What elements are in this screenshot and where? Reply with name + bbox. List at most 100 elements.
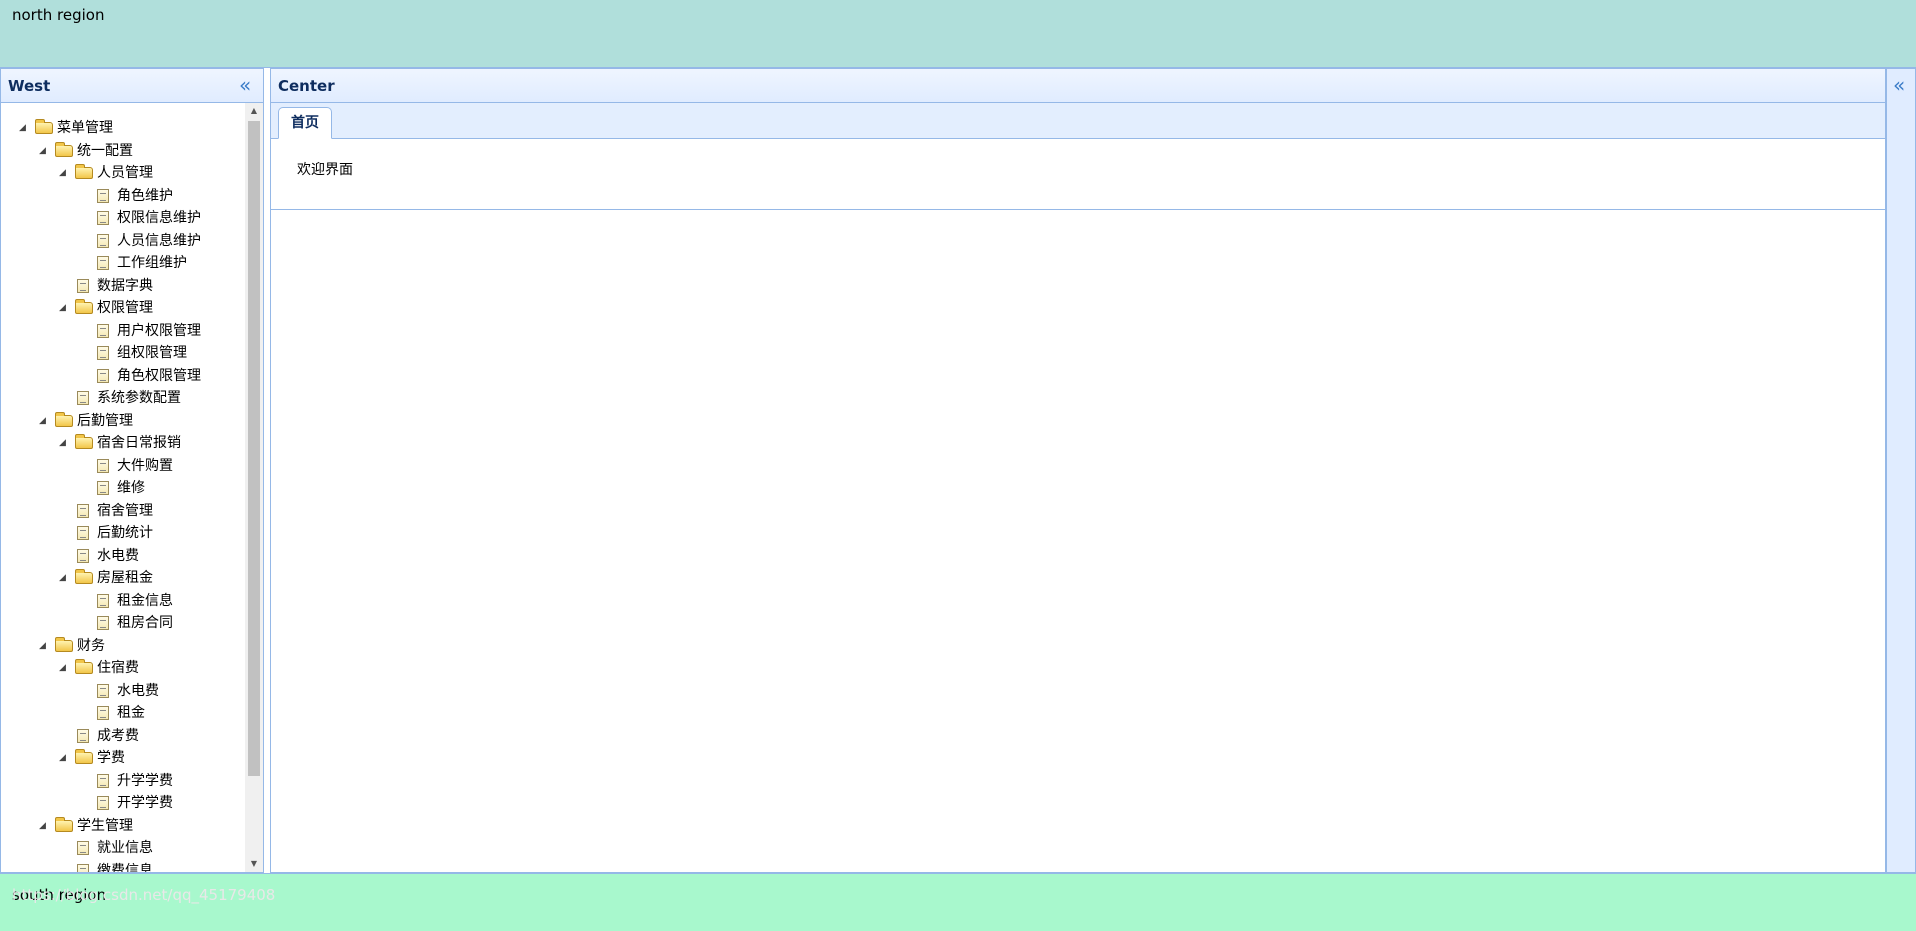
center-panel-title: Center [278, 77, 335, 95]
tree-node-label: 后勤统计 [97, 525, 153, 541]
file-icon [97, 256, 109, 270]
tree-node[interactable]: 权限信息维护 [1, 207, 245, 230]
tree-node-label: 房屋租金 [97, 570, 153, 586]
tree-node[interactable]: 成考费 [1, 725, 245, 748]
tree-node[interactable]: 人员信息维护 [1, 230, 245, 253]
expanded-triangle-icon[interactable]: ◢ [59, 567, 69, 590]
file-icon [77, 548, 89, 563]
tree-node[interactable]: 维修 [1, 477, 245, 500]
expanded-triangle-icon[interactable]: ◢ [59, 297, 69, 320]
file-icon [77, 391, 89, 405]
tree-node[interactable]: ◢ 学费 [1, 747, 245, 770]
tree-node[interactable]: ◢ 房屋租金 [1, 567, 245, 590]
tree-node-label: 统一配置 [77, 142, 133, 159]
tree-node[interactable]: ◢ 权限管理 [1, 297, 245, 320]
tree-node[interactable]: 用户权限管理 [1, 320, 245, 343]
tree-node[interactable]: ◢ 菜单管理 [1, 117, 245, 140]
tree-node[interactable]: 后勤统计 [1, 522, 245, 545]
expanded-triangle-icon[interactable]: ◢ [59, 747, 69, 770]
tree-node[interactable]: 大件购置 [1, 455, 245, 478]
tree-node[interactable]: 水电费 [1, 545, 245, 568]
tree-node[interactable]: ◢ 学生管理 [1, 815, 245, 838]
file-icon [97, 593, 109, 608]
scrollbar-thumb[interactable] [248, 121, 260, 776]
expanded-triangle-icon[interactable]: ◢ [39, 635, 49, 658]
folder-open-icon [75, 659, 93, 674]
scroll-up-arrow-icon[interactable]: ▲ [245, 103, 263, 119]
expanded-triangle-icon[interactable]: ◢ [39, 815, 49, 838]
file-icon [97, 773, 109, 788]
file-icon [77, 863, 89, 872]
tree-node-label: 租金 [117, 705, 145, 721]
tree-node-label: 后勤管理 [77, 412, 133, 429]
scroll-down-arrow-icon[interactable]: ▼ [245, 856, 263, 872]
tree-node-label: 学费 [97, 750, 125, 766]
tree-node[interactable]: 工作组维护 [1, 252, 245, 275]
folder-open-icon [75, 299, 93, 314]
tree-node-label: 升学学费 [117, 772, 173, 789]
file-icon [77, 841, 89, 855]
center-panel-header: Center [271, 69, 1885, 103]
welcome-text: 欢迎界面 [297, 162, 353, 178]
tree-node[interactable]: 数据字典 [1, 275, 245, 298]
tree-node-label: 权限信息维护 [117, 210, 201, 226]
tree-node[interactable]: 宿舍管理 [1, 500, 245, 523]
tree-node-label: 缴费信息 [97, 862, 153, 873]
east-panel-collapsed: « [1886, 68, 1916, 873]
expanded-triangle-icon[interactable]: ◢ [39, 140, 49, 163]
west-panel: West « ◢ 菜单管理 ◢ 统一配置 ◢ 人员管理角色维护权限信息维护人员信息维护 工作… [0, 68, 264, 873]
tree-node[interactable]: ◢ 宿舍日常报销 [1, 432, 245, 455]
file-icon [97, 346, 109, 360]
file-icon [97, 323, 109, 338]
center-panel: Center 首页 欢迎界面 [270, 68, 1886, 873]
tree-node-label: 菜单管理 [57, 120, 113, 136]
tree-node[interactable]: 升学学费 [1, 770, 245, 793]
tree-scrollbar[interactable]: ▲ ▼ [245, 103, 263, 872]
tree-node-label: 角色维护 [117, 187, 173, 204]
tree-node-label: 宿舍管理 [97, 502, 153, 519]
tree-node-label: 租金信息 [117, 592, 173, 609]
tree-node[interactable]: 角色权限管理 [1, 365, 245, 388]
tree-node[interactable]: 就业信息 [1, 837, 245, 860]
folder-open-icon [75, 749, 93, 764]
expanded-triangle-icon[interactable]: ◢ [59, 432, 69, 455]
west-panel-header: West « [1, 69, 263, 103]
expand-east-icon[interactable]: « [1893, 75, 1905, 95]
tab-home[interactable]: 首页 [278, 107, 332, 139]
tree-node-label: 水电费 [117, 682, 159, 699]
file-icon [77, 503, 89, 518]
tree-node[interactable]: 缴费信息 [1, 860, 245, 873]
tree-node[interactable]: 组权限管理 [1, 342, 245, 365]
tree-node[interactable]: 租金 [1, 702, 245, 725]
collapse-west-icon[interactable]: « [239, 75, 251, 95]
tree-node[interactable]: 水电费 [1, 680, 245, 703]
folder-open-icon [35, 119, 53, 134]
file-icon [97, 481, 109, 495]
tree-node[interactable]: 系统参数配置 [1, 387, 245, 410]
menu-tree: ◢ 菜单管理 ◢ 统一配置 ◢ 人员管理角色维护权限信息维护人员信息维护 工作组维护数据字典… [1, 103, 245, 872]
expanded-triangle-icon[interactable]: ◢ [39, 410, 49, 433]
tree-node[interactable]: 租金信息 [1, 590, 245, 613]
tree-node[interactable]: ◢ 统一配置 [1, 140, 245, 163]
tree-node[interactable]: ◢ 财务 [1, 635, 245, 658]
tree-node-label: 角色权限管理 [117, 367, 201, 384]
expanded-triangle-icon[interactable]: ◢ [19, 117, 29, 140]
file-icon [77, 728, 89, 743]
tree-node[interactable]: ◢ 住宿费 [1, 657, 245, 680]
folder-open-icon [55, 141, 73, 157]
tree-node-label: 成考费 [97, 727, 139, 744]
tree-node-label: 数据字典 [97, 277, 153, 294]
file-icon [77, 278, 89, 293]
tree-node[interactable]: 角色维护 [1, 185, 245, 208]
tree-node[interactable]: 开学学费 [1, 792, 245, 815]
tree-node-label: 财务 [77, 637, 105, 654]
tree-node[interactable]: ◢ 人员管理 [1, 162, 245, 185]
folder-open-icon [75, 434, 93, 449]
file-icon [97, 458, 109, 473]
expanded-triangle-icon[interactable]: ◢ [59, 657, 69, 680]
file-icon [97, 616, 109, 630]
tree-node[interactable]: 租房合同 [1, 612, 245, 635]
expanded-triangle-icon[interactable]: ◢ [59, 162, 69, 185]
tree-node-label: 用户权限管理 [117, 322, 201, 339]
tree-node[interactable]: ◢ 后勤管理 [1, 410, 245, 433]
